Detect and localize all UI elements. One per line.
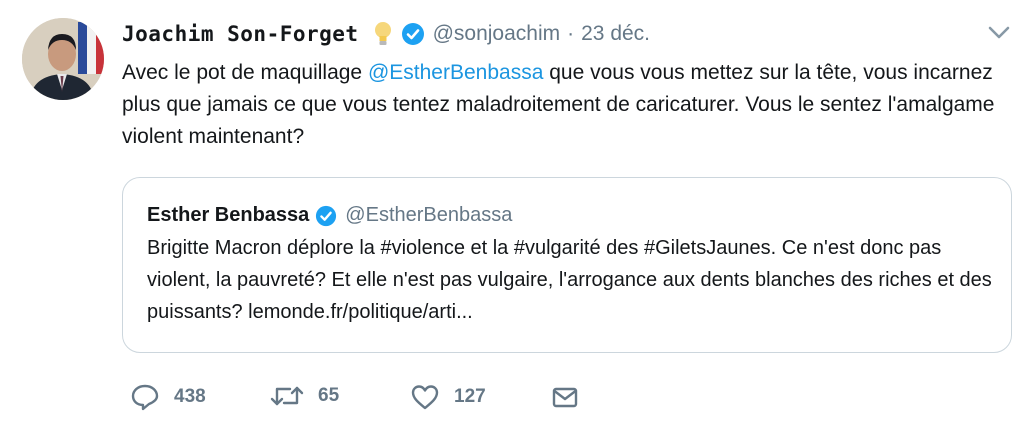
like-button[interactable]: 127 (410, 383, 486, 411)
avatar[interactable] (22, 18, 104, 100)
lightbulb-icon (373, 20, 393, 48)
verified-icon (315, 205, 337, 227)
retweet-icon (270, 386, 304, 406)
tweet-text: Avec le pot de maquillage @EstherBenbass… (122, 57, 1002, 153)
message-icon (552, 387, 578, 408)
direct-message-button[interactable] (550, 383, 580, 411)
like-count: 127 (454, 386, 486, 407)
author-name[interactable]: Joachim Son-Forget (122, 22, 359, 46)
like-icon (411, 385, 439, 410)
quoted-tweet[interactable]: Esther Benbassa @EstherBenbassa Brigitte… (122, 177, 1012, 353)
tweet[interactable]: Joachim Son-Forget @sonjoachim · 23 déc.… (0, 0, 1024, 427)
separator: · (567, 22, 575, 45)
verified-icon (401, 22, 425, 46)
quoted-author-handle: @EstherBenbassa (345, 204, 513, 226)
quoted-author-name: Esther Benbassa (147, 204, 310, 226)
quoted-tweet-header: Esther Benbassa @EstherBenbassa (147, 204, 512, 227)
tweet-header: Joachim Son-Forget @sonjoachim · 23 déc. (122, 18, 650, 50)
retweet-count: 65 (318, 385, 340, 406)
reply-button[interactable]: 438 (130, 383, 206, 411)
retweet-button[interactable]: 65 (270, 383, 339, 409)
tweet-text-before: Avec le pot de maquillage (122, 61, 368, 84)
reply-count: 438 (174, 386, 206, 407)
chevron-down-icon[interactable] (986, 24, 1012, 42)
tweet-date[interactable]: 23 déc. (581, 22, 650, 46)
author-handle[interactable]: @sonjoachim (433, 22, 561, 46)
reply-icon (131, 384, 159, 411)
mention-link[interactable]: @EstherBenbassa (368, 61, 543, 84)
quoted-tweet-text: Brigitte Macron déplore la #violence et … (147, 237, 992, 323)
